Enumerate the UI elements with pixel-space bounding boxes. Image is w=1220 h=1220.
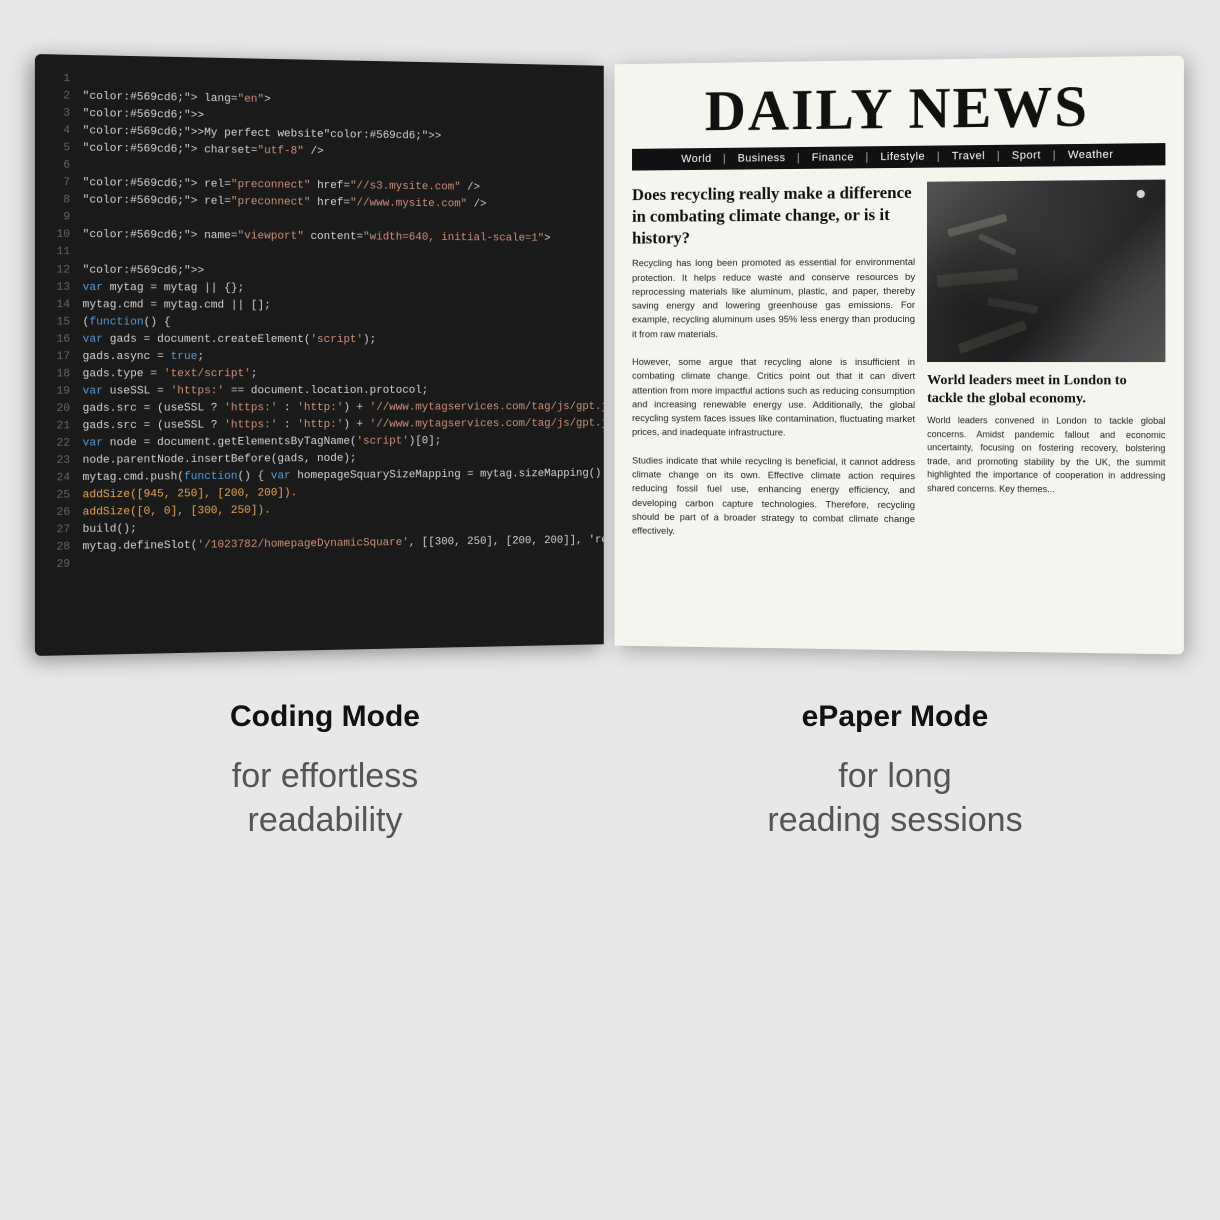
line-number: 3 (49, 105, 70, 123)
line-number: 23 (49, 453, 70, 471)
newspaper-panel: DAILY NEWS World | Business | Finance | … (615, 56, 1184, 655)
line-number: 29 (49, 557, 70, 575)
line-number: 21 (49, 418, 70, 435)
newspaper-content: Does recycling really make a difference … (632, 180, 1165, 544)
newspaper-title: DAILY NEWS (632, 76, 1165, 141)
line-number: 2 (49, 88, 70, 106)
nav-item-sport[interactable]: Sport (1012, 149, 1041, 161)
nav-item-finance[interactable]: Finance (812, 151, 854, 163)
nav-item-lifestyle[interactable]: Lifestyle (880, 151, 925, 163)
line-number: 5 (49, 140, 70, 158)
coding-mode-label-col: Coding Mode for effortlessreadability (40, 700, 610, 842)
code-line: 18 gads.type = 'text/script'; (49, 366, 590, 384)
coding-mode-desc: for effortlessreadability (232, 754, 418, 842)
line-code: var gads = document.createElement('scrip… (83, 331, 591, 349)
line-number: 27 (49, 522, 70, 540)
line-number: 22 (49, 435, 70, 452)
line-code: gads.async = true; (83, 349, 591, 366)
line-code: var useSSL = 'https:' == document.locati… (83, 382, 591, 400)
code-line: 13 var mytag = mytag || {}; (49, 279, 590, 299)
news-side-article: World leaders meet in London to tackle t… (927, 180, 1165, 544)
line-number: 15 (49, 314, 70, 331)
line-number: 26 (49, 505, 70, 523)
line-number: 12 (49, 262, 70, 279)
line-number: 16 (49, 331, 70, 348)
line-number: 14 (49, 297, 70, 314)
line-number: 13 (49, 279, 70, 296)
nav-item-business[interactable]: Business (738, 152, 786, 164)
line-code: gads.type = 'text/script'; (83, 366, 591, 384)
line-number: 28 (49, 539, 70, 557)
line-number: 10 (49, 227, 70, 245)
line-number: 17 (49, 349, 70, 366)
side-article-headline: World leaders meet in London to tackle t… (927, 372, 1165, 409)
main-article-body: Recycling has long been promoted as esse… (632, 256, 915, 541)
line-code: var mytag = mytag || {}; (83, 279, 591, 298)
coding-panel: 12"color:#569cd6;"> lang="en">3"color:#5… (35, 54, 604, 656)
main-article-headline: Does recycling really make a difference … (632, 182, 915, 250)
newspaper-nav: World | Business | Finance | Lifestyle |… (632, 143, 1165, 171)
labels-row: Coding Mode for effortlessreadability eP… (40, 700, 1180, 842)
line-number: 19 (49, 383, 70, 400)
epaper-mode-label-col: ePaper Mode for longreading sessions (610, 700, 1180, 842)
line-number: 8 (49, 192, 70, 210)
line-number: 20 (49, 401, 70, 418)
code-line: 16 var gads = document.createElement('sc… (49, 331, 590, 349)
line-code: mytag.cmd = mytag.cmd || []; (83, 297, 591, 316)
line-number: 4 (49, 123, 70, 141)
epaper-mode-desc: for longreading sessions (767, 754, 1022, 842)
line-number: 11 (49, 244, 70, 262)
line-number: 25 (49, 487, 70, 505)
main-container: 12"color:#569cd6;"> lang="en">3"color:#5… (0, 0, 1220, 1220)
line-number: 6 (49, 158, 70, 176)
news-main-article: Does recycling really make a difference … (632, 182, 915, 542)
code-line: 17 gads.async = true; (49, 349, 590, 366)
line-number: 18 (49, 366, 70, 383)
coding-mode-title: Coding Mode (230, 700, 420, 734)
epaper-mode-title: ePaper Mode (802, 700, 989, 734)
line-code: (function() { (83, 314, 591, 332)
line-number: 1 (49, 71, 70, 89)
panels-row: 12"color:#569cd6;"> lang="en">3"color:#5… (40, 60, 1180, 650)
code-line: 15 (function() { (49, 314, 590, 332)
line-number: 7 (49, 175, 70, 193)
code-line: 14 mytag.cmd = mytag.cmd || []; (49, 297, 590, 316)
side-article-body: World leaders convened in London to tack… (927, 414, 1165, 497)
news-image (927, 180, 1165, 363)
code-line: 19 var useSSL = 'https:' == document.loc… (49, 382, 590, 400)
line-number: 9 (49, 210, 70, 228)
line-number: 24 (49, 470, 70, 488)
nav-item-weather[interactable]: Weather (1068, 149, 1114, 162)
nav-item-world[interactable]: World (681, 153, 711, 165)
nav-item-travel[interactable]: Travel (952, 150, 985, 162)
